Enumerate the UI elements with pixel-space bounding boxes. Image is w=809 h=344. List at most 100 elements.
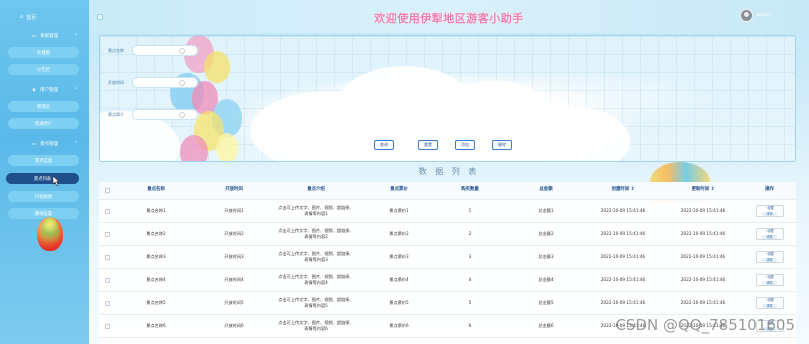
table-cell-created: 2022-10-09 15:41:46 <box>600 208 646 214</box>
table-cell-qty: 6 <box>468 323 472 329</box>
sidebar-item-label: 景点信息 <box>34 158 53 164</box>
table-cell-time: 开放时间3 <box>224 254 244 260</box>
table-cell-total: 总金额4 <box>538 277 554 283</box>
clear-icon[interactable] <box>179 80 185 86</box>
table-cell-total: 总金额5 <box>538 300 554 306</box>
table-cell-intro: 点击可上传文字、图片、视频、超链接、表情等内容4 <box>278 274 354 285</box>
column-header[interactable]: 购买数量 <box>439 182 501 199</box>
table-cell-updated: 2022-10-09 15:41:46 <box>680 231 726 237</box>
table-cell-name: 景点名称1 <box>146 208 166 214</box>
sidebar-home-link[interactable]: ⌂ 首页 <box>20 12 36 22</box>
table-cell-name: 景点名称5 <box>146 300 166 306</box>
detail-button[interactable]: · 收藏 详情 <box>755 297 784 309</box>
table-cell-created: 2022-10-09 15:41:46 <box>600 300 646 306</box>
table-cell-qty: 5 <box>468 300 472 306</box>
column-header[interactable]: 景点名称 <box>121 182 191 199</box>
sidebar-item-label: 路线设置 <box>34 211 53 217</box>
table-cell-updated: 2022-10-09 15:41:46 <box>680 208 726 214</box>
table-row[interactable]: 景点名称3 开放时间3 点击可上传文字、图片、视频、超链接、表情等内容3 景点票价3 3… <box>99 246 796 269</box>
column-header[interactable]: 景点票价 <box>364 182 434 199</box>
clear-icon[interactable] <box>179 112 185 118</box>
clear-icon[interactable] <box>179 48 185 54</box>
open-time-input[interactable] <box>132 77 198 88</box>
table-row[interactable]: 景点名称5 开放时间5 点击可上传文字、图片、视频、超链接、表情等内容5 景点票价5 5… <box>99 292 796 315</box>
table-row[interactable]: 景点名称2 开放时间2 点击可上传文字、图片、视频、超链接、表情等内容2 景点票价2 2… <box>99 223 796 246</box>
table-cell-price: 景点票价6 <box>389 323 409 329</box>
table-cell-intro: 点击可上传文字、图片、视频、超链接、表情等内容2 <box>278 228 354 239</box>
column-header[interactable]: 景点介绍 <box>271 182 361 199</box>
mouse-cursor-icon <box>52 176 60 186</box>
username[interactable]: admin <box>756 13 770 18</box>
balloons-decoration <box>170 36 290 161</box>
chevron-up-icon: ⌃ <box>73 87 78 93</box>
sidebar-item-normal-user[interactable]: 普通用户 <box>8 118 79 129</box>
reset-button[interactable]: 重置 <box>418 140 438 150</box>
table-cell-actions: · 收藏 详情 <box>747 200 792 222</box>
column-header[interactable]: 创建时间 ↕ <box>582 182 664 199</box>
sidebar-group-system[interactable]: ▭ 系统管理 ⌃ <box>6 30 84 42</box>
detail-button[interactable]: · 收藏 详情 <box>755 228 784 240</box>
table-cell-total: 总金额1 <box>538 208 554 214</box>
table-cell-qty: 2 <box>468 231 472 237</box>
sidebar-group-scenic[interactable]: ▭ 景点管理 ⌃ <box>6 138 84 150</box>
detail-button[interactable]: · 收藏 详情 <box>755 251 784 263</box>
sidebar-item-label: 行程规划 <box>34 194 53 200</box>
field-label-time: 开放时间 <box>108 80 124 85</box>
sidebar-group-label: 用户管理 <box>40 88 59 93</box>
table-cell-price: 景点票价1 <box>389 208 409 214</box>
query-button[interactable]: 查询 <box>374 140 394 150</box>
table-cell-qty: 4 <box>468 277 472 283</box>
sidebar-group-users[interactable]: ♟ 用户管理 ⌃ <box>6 84 84 96</box>
chevron-up-icon: ⌃ <box>73 33 78 39</box>
table-cell-actions: · 收藏 详情 <box>747 269 792 291</box>
sidebar-item-label: 景点列表 <box>33 176 52 182</box>
table-cell-time: 开放时间5 <box>224 300 244 306</box>
sidebar-item-admin[interactable]: 管理员 <box>8 101 79 112</box>
table-cell-name: 景点名称4 <box>146 277 166 283</box>
row-checkbox[interactable] <box>105 254 110 260</box>
table-cell-updated: 2022-10-09 15:41:46 <box>680 300 726 306</box>
detail-label: 详情 <box>762 303 777 308</box>
table-cell-total: 总金额6 <box>538 323 554 329</box>
table-row[interactable]: 景点名称4 开放时间4 点击可上传文字、图片、视频、超链接、表情等内容4 景点票价4 4… <box>99 269 796 292</box>
table-cell-intro: 点击可上传文字、图片、视频、超链接、表情等内容1 <box>278 205 354 216</box>
column-header[interactable]: 总金额 <box>511 182 581 199</box>
field-label-intro: 景点简介 <box>108 112 124 117</box>
table-cell-actions: · 收藏 详情 <box>747 246 792 268</box>
sidebar-item-scenic-list[interactable]: 景点列表 <box>6 173 79 184</box>
table-cell-updated: 2022-10-09 15:41:46 <box>680 277 726 283</box>
row-checkbox[interactable] <box>105 277 110 283</box>
table-cell-price: 景点票价5 <box>389 300 409 306</box>
row-checkbox[interactable] <box>105 323 110 329</box>
row-checkbox[interactable] <box>105 300 110 306</box>
column-header[interactable]: 开放时间 <box>199 182 269 199</box>
select-all-checkbox[interactable] <box>105 188 110 193</box>
home-icon: ⌂ <box>20 14 24 20</box>
table-row[interactable]: 景点名称1 开放时间1 点击可上传文字、图片、视频、超链接、表情等内容1 景点票价1 1… <box>99 200 796 223</box>
row-checkbox[interactable] <box>105 231 110 237</box>
detail-button[interactable]: · 收藏 详情 <box>755 205 784 217</box>
add-button[interactable]: 添加 <box>455 140 475 150</box>
scenic-name-input[interactable] <box>132 45 198 56</box>
column-header[interactable]: 更新时间 ↕ <box>662 182 744 199</box>
row-checkbox[interactable] <box>105 208 110 214</box>
favorite-label: · 收藏 <box>765 275 774 280</box>
sidebar-item-route-settings[interactable]: 路线设置 <box>8 208 79 219</box>
sidebar-item-scenic-info[interactable]: 景点信息 <box>8 155 79 166</box>
detail-label: 详情 <box>762 257 777 262</box>
sidebar-item-carousel[interactable]: 轮播图 <box>8 47 79 58</box>
delete-button[interactable]: 删除 <box>492 140 512 150</box>
table-cell-time: 开放时间2 <box>224 231 244 237</box>
list-title: 数 据 列 表 <box>418 167 480 176</box>
table-cell-time: 开放时间6 <box>224 323 244 329</box>
table-cell-intro: 点击可上传文字、图片、视频、超链接、表情等内容6 <box>278 320 354 331</box>
sidebar-item-trip-plan[interactable]: 行程规划 <box>8 191 79 202</box>
table-cell-intro: 点击可上传文字、图片、视频、超链接、表情等内容5 <box>278 297 354 308</box>
detail-button[interactable]: · 收藏 详情 <box>755 274 784 286</box>
table-cell-total: 总金额2 <box>538 231 554 237</box>
table-cell-created: 2022-10-09 15:41:46 <box>600 277 646 283</box>
sidebar-item-notice[interactable]: 公告栏 <box>8 64 79 75</box>
avatar[interactable] <box>740 9 753 22</box>
scenic-intro-input[interactable] <box>132 109 198 120</box>
sidebar: ⌂ 首页 ▭ 系统管理 ⌃ 轮播图 公告栏 ♟ 用户管理 ⌃ 管理员 普通用户 … <box>0 0 89 344</box>
